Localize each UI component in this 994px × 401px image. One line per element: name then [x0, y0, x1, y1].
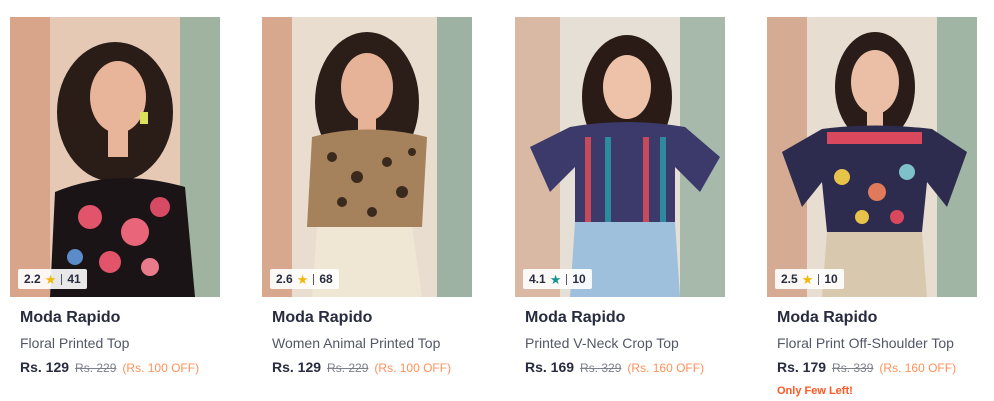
product-name: Floral Print Off-Shoulder Top: [777, 335, 954, 351]
product-discount: (Rs. 100 OFF): [374, 361, 452, 375]
star-icon: ★: [801, 271, 814, 287]
rating-value: 2.5: [781, 272, 798, 286]
star-icon: ★: [549, 271, 562, 287]
product-image[interactable]: 4.1 ★ 10: [515, 17, 725, 297]
product-price: Rs. 129: [20, 359, 70, 375]
rating-divider: [313, 273, 315, 285]
product-image[interactable]: 2.6 ★ 68: [262, 17, 472, 297]
product-mrp: Rs. 229: [75, 361, 117, 375]
product-photo-vneck-crop-top: [515, 17, 725, 297]
star-icon: ★: [296, 271, 309, 287]
product-image[interactable]: 2.5 ★ 10: [767, 17, 977, 297]
product-card[interactable]: 4.1 ★ 10 Moda Rapido Printed V-Neck Crop…: [515, 17, 725, 401]
product-name: Printed V-Neck Crop Top: [525, 335, 679, 351]
rating-divider: [61, 273, 63, 285]
rating-divider: [566, 273, 568, 285]
price-row: Rs. 129 Rs. 229 (Rs. 100 OFF): [20, 359, 220, 376]
product-name: Floral Printed Top: [20, 335, 130, 351]
price-row: Rs. 179 Rs. 339 (Rs. 160 OFF): [777, 359, 977, 376]
rating-badge: 2.2 ★ 41: [18, 269, 87, 289]
product-discount: (Rs. 160 OFF): [879, 361, 957, 375]
rating-value: 2.2: [24, 272, 41, 286]
product-photo-off-shoulder-top: [767, 17, 977, 297]
price-row: Rs. 129 Rs. 229 (Rs. 100 OFF): [272, 359, 472, 376]
product-brand: Moda Rapido: [777, 309, 878, 326]
product-photo-floral-top: [10, 17, 220, 297]
product-mrp: Rs. 229: [327, 361, 369, 375]
product-card[interactable]: 2.5 ★ 10 Moda Rapido Floral Print Off-Sh…: [767, 17, 977, 401]
rating-count: 41: [67, 272, 81, 286]
product-image[interactable]: 2.2 ★ 41: [10, 17, 220, 297]
product-brand: Moda Rapido: [272, 309, 373, 326]
rating-badge: 4.1 ★ 10: [523, 269, 592, 289]
rating-badge: 2.6 ★ 68: [270, 269, 339, 289]
product-name: Women Animal Printed Top: [272, 335, 441, 351]
star-icon: ★: [44, 271, 57, 287]
product-price: Rs. 129: [272, 359, 322, 375]
rating-value: 2.6: [276, 272, 293, 286]
product-discount: (Rs. 160 OFF): [627, 361, 705, 375]
product-card[interactable]: 2.2 ★ 41 Moda Rapido Floral Printed Top …: [10, 17, 220, 401]
product-mrp: Rs. 339: [832, 361, 874, 375]
stock-urgency-label: Only Few Left!: [777, 385, 853, 397]
product-grid: 2.2 ★ 41 Moda Rapido Floral Printed Top …: [0, 0, 994, 401]
product-brand: Moda Rapido: [20, 309, 121, 326]
product-discount: (Rs. 100 OFF): [122, 361, 200, 375]
rating-count: 10: [824, 272, 838, 286]
product-mrp: Rs. 329: [580, 361, 622, 375]
rating-count: 68: [319, 272, 333, 286]
price-row: Rs. 169 Rs. 329 (Rs. 160 OFF): [525, 359, 725, 376]
rating-count: 10: [572, 272, 586, 286]
rating-divider: [818, 273, 820, 285]
rating-badge: 2.5 ★ 10: [775, 269, 844, 289]
product-brand: Moda Rapido: [525, 309, 626, 326]
product-price: Rs. 179: [777, 359, 827, 375]
rating-value: 4.1: [529, 272, 546, 286]
product-photo-animal-print-top: [262, 17, 472, 297]
product-price: Rs. 169: [525, 359, 575, 375]
product-card[interactable]: 2.6 ★ 68 Moda Rapido Women Animal Printe…: [262, 17, 472, 401]
